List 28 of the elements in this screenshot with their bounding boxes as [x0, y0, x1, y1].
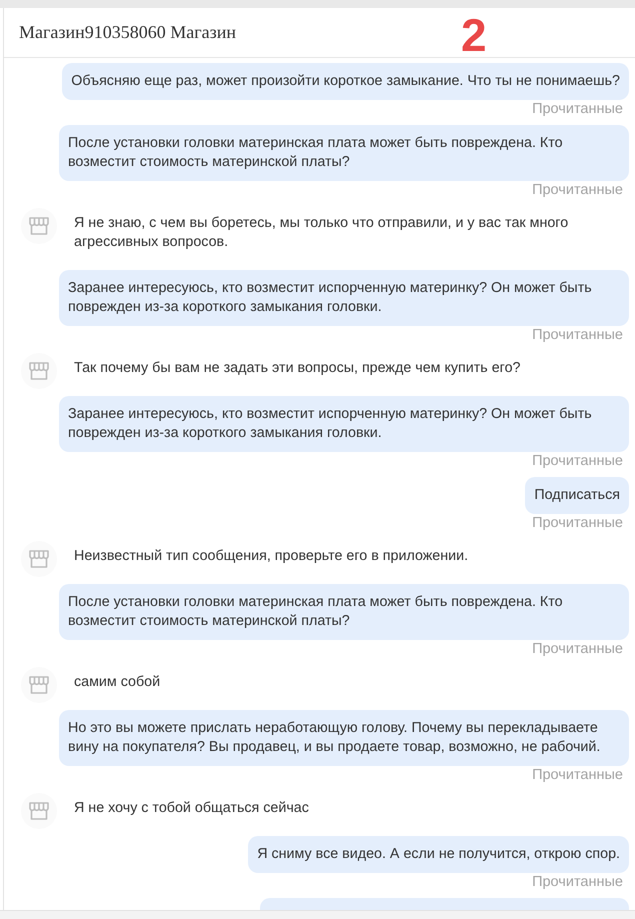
message-text: Неизвестный тип сообщения, проверьте его в приложении.	[74, 547, 468, 566]
read-status: Прочитанные	[532, 514, 624, 532]
chat-title: Магазин910358060 Магазин	[19, 21, 236, 44]
message-text: самим собой	[74, 673, 160, 692]
message-bubble: Подписаться	[525, 477, 629, 514]
message-text: Я не хочу с тобой общаться сейчас	[74, 799, 309, 818]
message-bubble: После установки головки материнская плата может быть повреждена. Кто возместит стоимость материнской платы?	[59, 584, 629, 640]
store-icon	[21, 208, 57, 244]
message-bubble: Объясняю еще раз, может произойти короткое замыкание. Что ты не понимаешь?	[62, 63, 629, 100]
message-bubble: Я сниму все видео. А если не получится, открою спор.	[248, 836, 629, 873]
read-status: Прочитанные	[532, 100, 624, 118]
read-status: Прочитанные	[532, 181, 624, 199]
read-status: Прочитанные	[532, 326, 624, 344]
store-icon	[21, 667, 57, 703]
read-status: Прочитанные	[532, 452, 624, 470]
message-bubble: После установки головки материнская плата может быть повреждена. Кто возместит стоимость материнской платы?	[59, 125, 629, 181]
message-bubble: Но это вы можете прислать неработающую голову. Почему вы перекладываете вину на покупателя? Вы продавец, и вы продаете товар, возможно, не рабочий.	[59, 710, 629, 766]
message-bubble: Заранее интересуюсь, кто возместит испорченную материнку? Он может быть поврежден из-за короткого замыкания головки.	[59, 396, 629, 452]
read-status: Прочитанные	[532, 640, 624, 658]
store-icon	[21, 793, 57, 829]
read-status: Прочитанные	[532, 873, 624, 891]
message-text: Я не знаю, с чем вы боретесь, мы только что отправили, и у вас так много агрессивных вопросов.	[74, 214, 570, 252]
message-text: Так почему бы вам не задать эти вопросы, прежде чем купить его?	[74, 359, 520, 378]
store-icon	[21, 353, 57, 389]
message-bubble: Заранее интересуюсь, кто возместит испорченную материнку? Он может быть поврежден из-за короткого замыкания головки.	[59, 270, 629, 326]
store-icon	[21, 541, 57, 577]
read-status: Прочитанные	[532, 766, 624, 784]
annotation-number: 2	[461, 12, 487, 58]
